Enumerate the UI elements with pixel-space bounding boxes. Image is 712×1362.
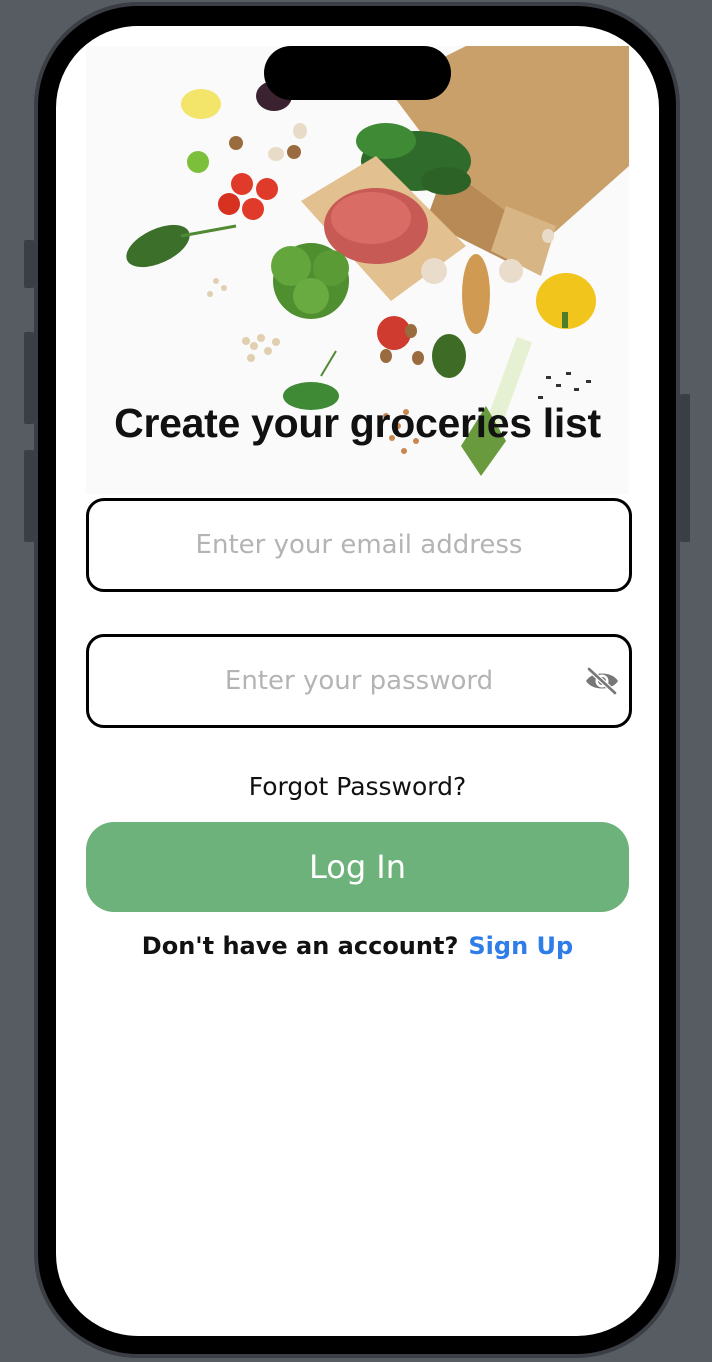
mute-switch xyxy=(24,240,34,288)
app-screen: Create your groceries list Forgot Passwo… xyxy=(56,26,659,1336)
signup-link[interactable]: Sign Up xyxy=(468,932,573,960)
email-field-container xyxy=(86,498,632,592)
email-field[interactable] xyxy=(89,501,629,589)
volume-up-button xyxy=(24,332,34,424)
password-field-container xyxy=(86,634,632,728)
dynamic-island xyxy=(264,46,451,100)
password-field[interactable] xyxy=(89,637,629,725)
power-button xyxy=(680,394,690,542)
login-button[interactable]: Log In xyxy=(86,822,629,912)
forgot-password-link[interactable]: Forgot Password? xyxy=(56,772,659,801)
eye-slash-icon[interactable] xyxy=(583,665,621,697)
volume-down-button xyxy=(24,450,34,542)
signup-prompt: Don't have an account? xyxy=(141,932,459,960)
page-title: Create your groceries list xyxy=(114,400,601,446)
signup-row: Don't have an account? Sign Up xyxy=(56,932,659,960)
